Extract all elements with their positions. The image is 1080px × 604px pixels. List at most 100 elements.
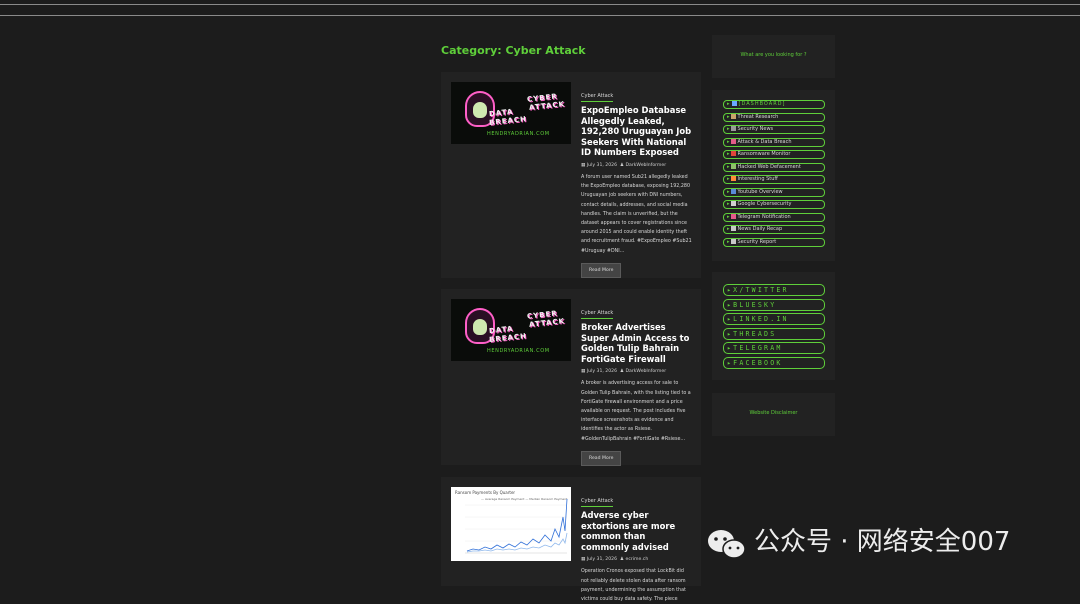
wechat-logo-icon	[708, 530, 746, 559]
tv-icon	[730, 188, 736, 194]
ransom-chart-image: Ransom Payments By Quarter — Average Ran…	[451, 487, 571, 561]
arrow-right-icon: ▸	[727, 201, 730, 207]
sidebar-menu-item[interactable]: ▸ Interesting Stuff	[723, 175, 825, 184]
data-breach-banner-image: CYBER ATTACK DATA BREACH HENDRYADRIAN.CO…	[451, 82, 571, 144]
arrow-right-icon: ▸	[727, 226, 730, 232]
post-author[interactable]: ecrime.ch	[626, 557, 649, 562]
post-date: July 31, 2026	[586, 557, 617, 563]
post-meta: ▦ July 31, 2026 ♟ ecrime.ch	[581, 556, 693, 563]
arrow-right-icon: ▸	[727, 126, 730, 132]
dashboard-icon	[731, 101, 737, 106]
social-link-label: BLUESKY	[733, 300, 777, 309]
search-widget[interactable]: What are you looking for ?	[712, 35, 835, 78]
social-link-label: FACEBOOK	[733, 359, 783, 367]
sidebar-menu-item[interactable]: ▸ News Daily Recap	[723, 225, 825, 234]
post-excerpt: A forum user named Sub21 allegedly leake…	[581, 174, 692, 254]
sidebar-menu-item[interactable]: ▸ Ransomware Monitor	[723, 150, 825, 159]
arrow-right-icon: ▸	[727, 163, 730, 170]
post-card: CYBER ATTACK DATA BREACH HENDRYADRIAN.CO…	[441, 289, 701, 466]
post-card: Ransom Payments By Quarter — Average Ran…	[441, 477, 701, 602]
post-body: Cyber Attack ExpoEmpleo Database Alleged…	[581, 82, 693, 278]
search-prompt[interactable]: What are you looking for ?	[712, 52, 835, 58]
post-title[interactable]: Broker Advertises Super Admin Access to …	[581, 322, 693, 364]
arrow-right-icon: ▸	[727, 138, 730, 145]
post-author[interactable]: DarkWebInformer	[626, 163, 667, 168]
document-icon	[730, 238, 736, 244]
sidebar-menu-label: Youtube Overview	[737, 188, 783, 195]
user-icon: ♟	[619, 369, 625, 375]
social-link-linkedin[interactable]: ▸LINKED.IN	[723, 313, 825, 326]
sidebar-menu-item[interactable]: ▸ Hacked Web Defacement	[723, 162, 825, 172]
user-icon: ♟	[619, 162, 625, 168]
category-menu-widget: ▸ [DASHBOARD] ▸ Threat Research ▸ Security Ne…	[712, 90, 835, 261]
category-tag[interactable]: Cyber Attack	[581, 310, 614, 319]
arrow-right-icon: ▸	[727, 151, 730, 157]
sidebar-menu-item[interactable]: ▸ Google Cybersecurity	[723, 200, 825, 209]
sidebar-menu-item[interactable]: ▸ Security News	[723, 125, 825, 134]
social-link-facebook[interactable]: ▸FACEBOOK	[723, 357, 825, 369]
social-link-label: X/TWITTER	[733, 286, 789, 294]
sidebar-menu-item[interactable]: ▸ Security Report	[723, 237, 825, 247]
sidebar-menu-label: News Daily Recap	[737, 226, 783, 232]
sidebar-menu-label: Threat Research	[737, 113, 779, 120]
social-link-label: LINKED.IN	[733, 315, 789, 324]
post-body: Cyber Attack Adverse cyber extortions ar…	[581, 487, 693, 604]
sidebar-menu-label: Security News	[737, 126, 774, 132]
post-date: July 31, 2026	[586, 162, 617, 168]
top-border-line	[0, 4, 1080, 5]
post-author[interactable]: DarkWebInformer	[626, 369, 667, 374]
calendar-icon: ▦	[581, 369, 586, 375]
calendar-icon: ▦	[581, 557, 586, 563]
read-more-button[interactable]: Read More	[581, 450, 622, 466]
data-breach-banner-image: CYBER ATTACK DATA BREACH HENDRYADRIAN.CO…	[451, 299, 571, 361]
post-title[interactable]: ExpoEmpleo Database Allegedly Leaked, 19…	[581, 105, 693, 158]
wechat-watermark: 公众号 · 网络安全007	[706, 524, 1051, 564]
sidebar-menu-item[interactable]: ▸ Threat Research	[723, 112, 825, 122]
arrow-right-icon: ▸	[727, 188, 730, 195]
post-meta: ▦ July 31, 2026 ♟ DarkWebInformer	[581, 368, 693, 375]
bug-icon	[730, 163, 736, 169]
sidebar-menu-label: Interesting Stuff	[737, 176, 778, 182]
social-link-telegram[interactable]: ▸TELEGRAM	[723, 342, 825, 355]
user-icon: ♟	[619, 557, 625, 563]
target-icon	[730, 151, 736, 156]
arrow-right-icon: ▸	[727, 113, 730, 120]
website-disclaimer-link[interactable]: Website Disclaimer	[712, 410, 835, 416]
post-thumbnail[interactable]: CYBER ATTACK DATA BREACH HENDRYADRIAN.CO…	[451, 82, 571, 144]
category-tag[interactable]: Cyber Attack	[581, 93, 614, 102]
sidebar-menu-item[interactable]: ▸ [DASHBOARD]	[723, 100, 825, 109]
sidebar-menu-item[interactable]: ▸ Youtube Overview	[723, 187, 825, 197]
post-body: Cyber Attack Broker Advertises Super Adm…	[581, 299, 693, 466]
sidebar-menu-item[interactable]: ▸ Attack & Data Breach	[723, 137, 825, 147]
post-card: CYBER ATTACK DATA BREACH HENDRYADRIAN.CO…	[441, 72, 701, 278]
social-link-bluesky[interactable]: ▸BLUESKY	[723, 298, 825, 311]
chart-image-graphic	[465, 498, 568, 554]
search-icon	[730, 201, 736, 206]
arrow-right-icon: ▸	[727, 238, 730, 245]
social-link-threads[interactable]: ▸THREADS	[723, 327, 825, 340]
sidebar-menu-label: Ransomware Monitor	[737, 151, 791, 157]
sidebar-menu-label: Hacked Web Defacement	[737, 163, 801, 170]
sidebar-menu-label: [DASHBOARD]	[738, 101, 786, 107]
sidebar-menu-label: Security Report	[737, 238, 777, 245]
newspaper-icon	[730, 226, 736, 231]
skull-icon	[730, 138, 736, 144]
flask-icon	[730, 113, 736, 119]
sidebar-menu-label: Attack & Data Breach	[737, 138, 792, 145]
top-border-line-lower	[0, 15, 1080, 16]
social-link-label: THREADS	[733, 329, 777, 338]
social-link-xtwitter[interactable]: ▸X/TWITTER	[723, 284, 825, 296]
category-tag[interactable]: Cyber Attack	[581, 498, 614, 507]
arrow-right-icon: ▸	[727, 213, 730, 220]
sidebar-menu-item[interactable]: ▸ Telegram Notification	[723, 212, 825, 222]
read-more-button[interactable]: Read More	[581, 262, 622, 278]
post-title[interactable]: Adverse cyber extortions are more common…	[581, 510, 693, 552]
post-meta: ▦ July 31, 2026 ♟ DarkWebInformer	[581, 162, 693, 169]
sidebar-menu-label: Telegram Notification	[737, 213, 791, 220]
watermark-text: 公众号 · 网络安全007	[754, 527, 1011, 557]
post-thumbnail[interactable]: CYBER ATTACK DATA BREACH HENDRYADRIAN.CO…	[451, 299, 571, 361]
calendar-icon: ▦	[581, 162, 586, 168]
disclaimer-widget: Website Disclaimer	[712, 393, 835, 436]
news-icon	[730, 126, 736, 131]
post-thumbnail[interactable]: Ransom Payments By Quarter — Average Ran…	[451, 487, 571, 561]
